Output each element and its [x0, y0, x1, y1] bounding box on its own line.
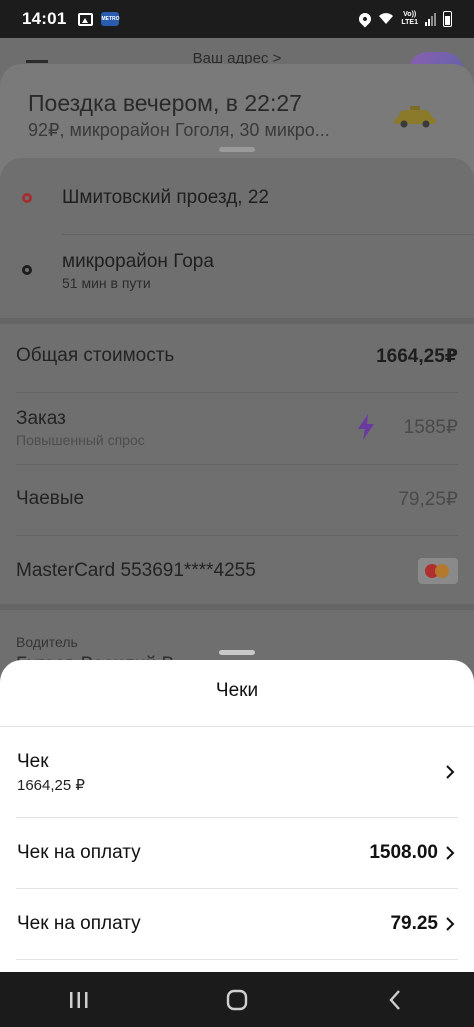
section-divider [0, 318, 474, 324]
receipt-divider [16, 959, 458, 960]
order-value: 1585₽ [403, 417, 458, 438]
gallery-icon [78, 12, 94, 26]
total-label: Общая стоимость [16, 345, 175, 366]
taxi-car-icon [394, 106, 436, 128]
surge-bolt-icon [358, 414, 374, 440]
price-divider [16, 535, 458, 536]
receipt-sub: 1664,25 ₽ [17, 777, 85, 794]
trip-title: Поездка вечером, в 22:27 [28, 90, 302, 116]
route-duration: 51 мин в пути [62, 275, 151, 291]
order-label: Заказ [16, 408, 66, 429]
receipt-item[interactable]: Чек 1664,25 ₽ [0, 727, 474, 817]
volte-line-2: LTE1 [401, 19, 418, 26]
route-divider [62, 234, 474, 235]
drag-handle[interactable] [219, 650, 255, 655]
home-button[interactable] [217, 980, 257, 1020]
price-divider [16, 392, 458, 393]
origin-dot-icon [22, 193, 32, 203]
signal-icon [425, 12, 436, 26]
receipt-item[interactable]: Чек на оплату 79.25 [0, 889, 474, 959]
order-sublabel: Повышенный спрос [16, 432, 145, 448]
back-button[interactable] [375, 980, 415, 1020]
drag-handle[interactable] [219, 147, 255, 152]
volte-line-1: Vo)) [403, 11, 417, 18]
receipt-item[interactable]: Чек на оплату 1508.00 [0, 818, 474, 888]
trip-subtitle: 92₽, микрорайон Гоголя, 30 микро... [28, 120, 330, 140]
status-system-icons: Vo)) LTE1 [356, 10, 452, 28]
volte-indicator: Vo)) LTE1 [401, 11, 418, 27]
receipt-label: Чек на оплату [17, 842, 141, 863]
home-icon [226, 989, 248, 1010]
location-icon [356, 10, 374, 28]
route-origin: Шмитовский проезд, 22 [62, 187, 269, 208]
chevron-right-icon [446, 765, 455, 779]
battery-icon [443, 11, 452, 27]
mastercard-icon [418, 558, 458, 584]
receipt-label: Чек [17, 751, 49, 772]
status-time: 14:01 [22, 9, 67, 28]
navigation-bar [0, 972, 474, 1027]
status-bar: 14:01 METRO Vo)) LTE1 [0, 0, 474, 38]
section-divider [0, 604, 474, 610]
receipt-label: Чек на оплату [17, 913, 141, 934]
back-icon [389, 989, 400, 1010]
receipt-amount: 79.25 [390, 913, 438, 934]
tips-label: Чаевые [16, 488, 85, 509]
app-notification-icon: METRO [101, 12, 120, 26]
chevron-right-icon [446, 917, 455, 931]
menu-icon[interactable] [26, 60, 48, 63]
payment-card-label: MasterCard 553691****4255 [16, 560, 256, 581]
recents-button[interactable] [59, 980, 99, 1020]
receipt-amount: 1508.00 [369, 842, 438, 863]
recents-icon [70, 991, 88, 1008]
driver-label: Водитель [16, 634, 78, 650]
tips-value: 79,25₽ [398, 489, 458, 510]
route-destination: микрорайон Гора [62, 251, 214, 272]
status-notification-icons: METRO [78, 12, 120, 26]
price-divider [16, 464, 458, 465]
total-value: 1664,25₽ [376, 346, 458, 367]
sheet-title: Чеки [215, 680, 259, 701]
chevron-right-icon [446, 846, 455, 860]
destination-dot-icon [22, 265, 32, 275]
wifi-icon [379, 13, 394, 24]
receipts-sheet: Чеки Чек 1664,25 ₽ Чек на оплату 1508.00… [0, 660, 474, 972]
